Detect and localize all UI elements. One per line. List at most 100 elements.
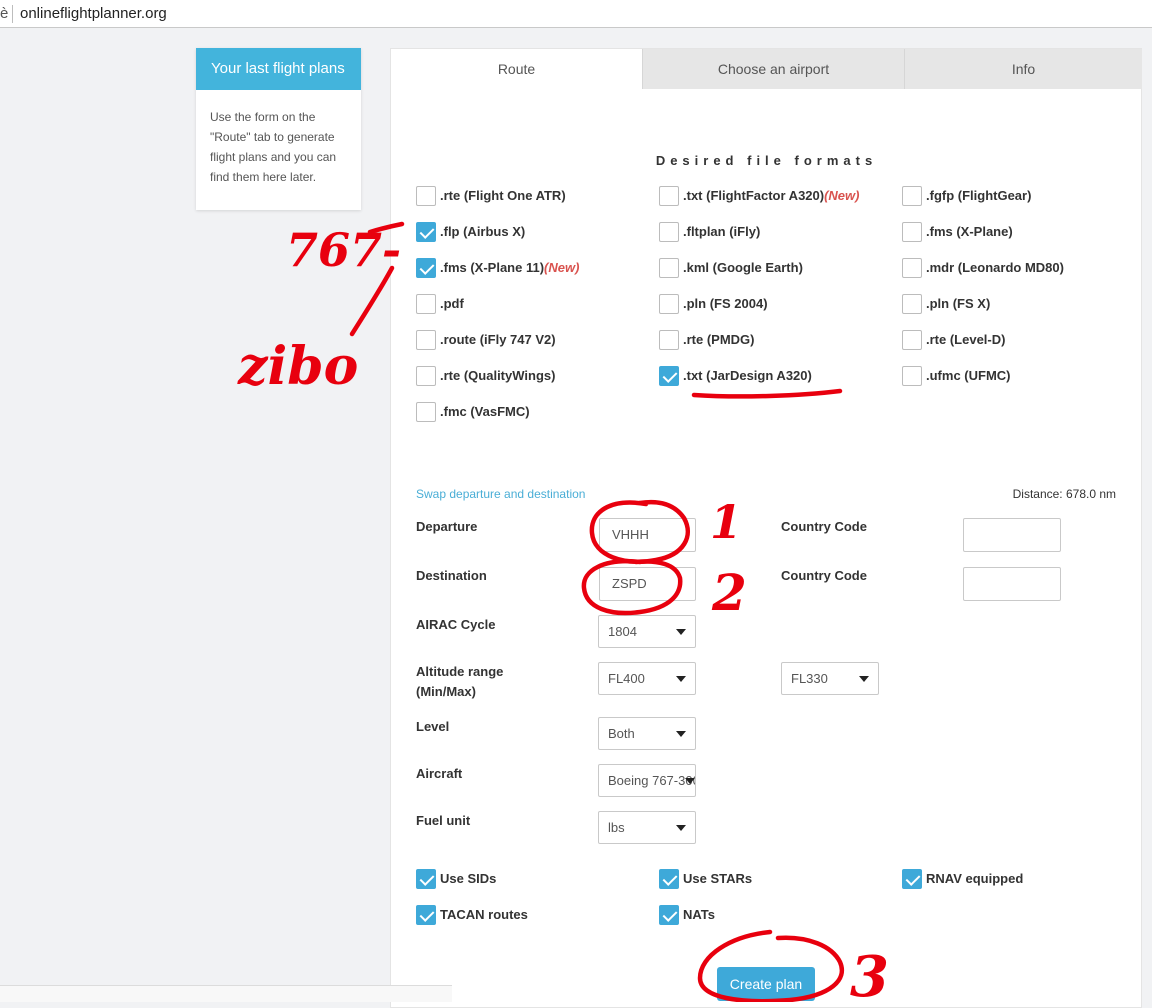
ink-note-767: 767-: [286, 223, 401, 277]
route-option[interactable]: RNAV equipped: [902, 869, 1023, 889]
file-format-option[interactable]: .rte (QualityWings): [416, 366, 555, 386]
altitude-max-value: FL330: [791, 671, 828, 686]
checkbox[interactable]: [416, 905, 436, 925]
ink-stroke-zibo-slash: [349, 265, 395, 337]
fuel-unit-select[interactable]: lbs: [598, 811, 696, 844]
file-format-option[interactable]: .fgfp (FlightGear): [902, 186, 1031, 206]
checkbox[interactable]: [416, 330, 436, 350]
checkbox[interactable]: [902, 366, 922, 386]
file-format-label: .pln (FS 2004): [683, 296, 768, 311]
destination-label: Destination: [416, 568, 487, 583]
checkbox[interactable]: [902, 186, 922, 206]
checkbox[interactable]: [902, 222, 922, 242]
tab-bar: Route Choose an airport Info: [391, 49, 1142, 89]
swap-departure-destination-link[interactable]: Swap departure and destination: [416, 487, 585, 501]
destination-country-code-label: Country Code: [781, 568, 867, 583]
address-bar-url[interactable]: onlineflightplanner.org: [20, 5, 167, 22]
file-format-option[interactable]: .flp (Airbus X): [416, 222, 525, 242]
file-formats-title: Desired file formats: [655, 153, 878, 168]
file-format-label: .fms (X-Plane): [926, 224, 1013, 239]
departure-country-code-input[interactable]: [963, 518, 1061, 552]
checkbox[interactable]: [659, 366, 679, 386]
new-badge: (New): [824, 188, 860, 203]
checkbox[interactable]: [416, 222, 436, 242]
checkbox[interactable]: [659, 294, 679, 314]
file-format-option[interactable]: .kml (Google Earth): [659, 258, 803, 278]
aircraft-label: Aircraft: [416, 766, 463, 781]
create-plan-button[interactable]: Create plan: [717, 967, 815, 1001]
destination-input[interactable]: ZSPD: [599, 567, 696, 601]
level-value: Both: [608, 726, 635, 741]
address-bar-leading-glyph: è: [0, 5, 9, 22]
browser-address-bar[interactable]: è onlineflightplanner.org: [0, 0, 1152, 28]
checkbox[interactable]: [659, 905, 679, 925]
file-format-option[interactable]: .txt (JarDesign A320): [659, 366, 812, 386]
fuel-unit-label: Fuel unit: [416, 813, 471, 828]
altitude-min-value: FL400: [608, 671, 645, 686]
file-format-label: .rte (QualityWings): [440, 368, 556, 383]
file-format-option[interactable]: .fmc (VasFMC): [416, 402, 530, 422]
checkbox[interactable]: [659, 186, 679, 206]
file-format-option[interactable]: .ufmc (UFMC): [902, 366, 1011, 386]
main-panel: Route Choose an airport Info Desired fil…: [390, 48, 1142, 1008]
checkbox[interactable]: [659, 222, 679, 242]
chevron-down-icon: [859, 676, 869, 682]
checkbox[interactable]: [902, 258, 922, 278]
file-format-option[interactable]: .fltplan (iFly): [659, 222, 760, 242]
aircraft-select[interactable]: Boeing 767-300: [598, 764, 696, 797]
file-format-option[interactable]: .rte (Level-D): [902, 330, 1005, 350]
tab-info[interactable]: Info: [904, 49, 1142, 89]
checkbox[interactable]: [416, 402, 436, 422]
airac-cycle-select[interactable]: 1804: [598, 615, 696, 648]
file-format-option[interactable]: .fms (X-Plane): [902, 222, 1013, 242]
file-format-option[interactable]: .route (iFly 747 V2): [416, 330, 556, 350]
checkbox[interactable]: [902, 330, 922, 350]
route-option-label: NATs: [683, 907, 716, 922]
file-format-label: .rte (Level-D): [926, 332, 1006, 347]
file-format-option[interactable]: .pln (FS 2004): [659, 294, 768, 314]
file-format-label: .route (iFly 747 V2): [440, 332, 556, 347]
checkbox[interactable]: [416, 258, 436, 278]
departure-label: Departure: [416, 519, 478, 534]
chevron-down-icon: [685, 778, 695, 784]
ink-note-zibo: zibo: [237, 336, 358, 397]
chevron-down-icon: [676, 629, 686, 635]
departure-input[interactable]: VHHH: [599, 518, 696, 552]
route-option-label: RNAV equipped: [926, 871, 1024, 886]
checkbox[interactable]: [416, 294, 436, 314]
route-option[interactable]: Use SIDs: [416, 869, 496, 889]
destination-country-code-input[interactable]: [963, 567, 1061, 601]
route-option[interactable]: Use STARs: [659, 869, 752, 889]
route-option[interactable]: NATs: [659, 905, 715, 925]
checkbox[interactable]: [416, 186, 436, 206]
altitude-range-label: Altitude range (Min/Max): [416, 662, 503, 702]
file-format-option[interactable]: .pdf: [416, 294, 464, 314]
file-format-label: .rte (Flight One ATR): [440, 188, 566, 203]
route-option[interactable]: TACAN routes: [416, 905, 528, 925]
checkbox[interactable]: [659, 330, 679, 350]
file-format-option[interactable]: .mdr (Leonardo MD80): [902, 258, 1064, 278]
checkbox[interactable]: [659, 869, 679, 889]
file-format-option[interactable]: .rte (PMDG): [659, 330, 755, 350]
altitude-max-select[interactable]: FL330: [781, 662, 879, 695]
file-format-option[interactable]: .rte (Flight One ATR): [416, 186, 566, 206]
checkbox[interactable]: [659, 258, 679, 278]
chevron-down-icon: [676, 825, 686, 831]
file-format-option[interactable]: .txt (FlightFactor A320)(New): [659, 186, 859, 206]
file-format-label: .ufmc (UFMC): [926, 368, 1011, 383]
file-format-option[interactable]: .fms (X-Plane 11)(New): [416, 258, 579, 278]
tab-route[interactable]: Route: [391, 49, 642, 89]
file-format-label: .flp (Airbus X): [440, 224, 526, 239]
departure-country-code-label: Country Code: [781, 519, 867, 534]
distance-readout: Distance: 678.0 nm: [1012, 487, 1116, 501]
tab-choose-airport[interactable]: Choose an airport: [642, 49, 904, 89]
altitude-min-select[interactable]: FL400: [598, 662, 696, 695]
file-format-option[interactable]: .pln (FS X): [902, 294, 990, 314]
checkbox[interactable]: [416, 869, 436, 889]
checkbox[interactable]: [902, 869, 922, 889]
level-select[interactable]: Both: [598, 717, 696, 750]
last-flight-plans-card: Your last flight plans Use the form on t…: [196, 48, 361, 210]
checkbox[interactable]: [416, 366, 436, 386]
checkbox[interactable]: [902, 294, 922, 314]
file-format-label: .fms (X-Plane 11): [440, 260, 545, 275]
